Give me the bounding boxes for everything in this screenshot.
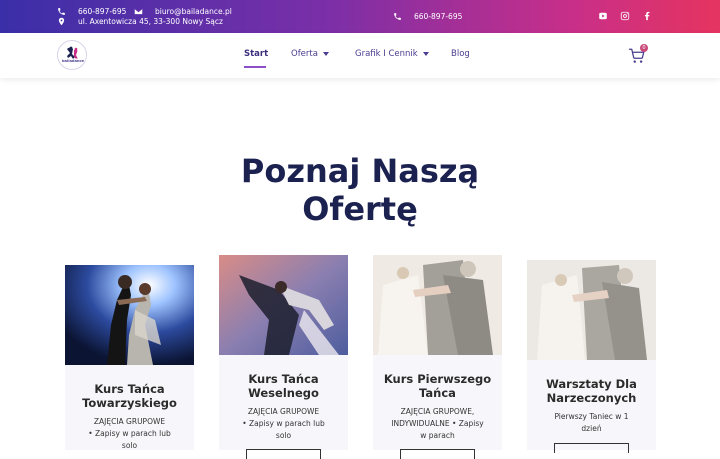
address-contact: ul. Axentowicza 45, 33-300 Nowy Sącz [57,17,223,26]
nav-label: Oferta [291,49,318,59]
card-desc-line: w parach [420,431,455,440]
card-image-ballroom-dancers [65,265,194,365]
youtube-icon[interactable] [598,11,608,21]
card-title-line: Kurs Tańca [94,382,165,396]
card-title-line: Towarzyskiego [82,396,177,410]
offer-card-warsztaty[interactable]: Warsztaty Dla Narzeczonych Pierwszy Tani… [527,260,656,453]
facebook-icon[interactable] [642,11,652,21]
phone-number: 660-897-695 [414,12,463,21]
social-links [598,11,652,21]
nav-label: Start [244,49,269,59]
card-desc-line: ZAJĘCIA GRUPOWE [247,407,320,416]
chevron-down-icon [322,52,329,56]
card-desc-line: INDYWIDUALNE • Zapisy [391,419,484,428]
nav-item-grafik-cennik[interactable]: Grafik I Cennik [355,49,429,59]
card-title-line: Tańca [419,386,456,400]
nav-item-oferta[interactable]: Oferta [291,49,329,59]
card-desc-line: solo [275,431,292,440]
card-title-line: Narzeczonych [546,391,637,405]
card-title-line: Kurs Pierwszego [383,372,492,386]
instagram-icon[interactable] [620,11,630,21]
main-navigation: Start Oferta Grafik I Cennik Blog [0,33,720,78]
card-title: Kurs Tańca Weselnego [219,372,348,400]
site-header: bailadance Start Oferta Grafik I Cennik … [0,33,720,78]
card-desc-line: ZAJĘCIA GRUPOWE [93,417,166,426]
card-description: Pierwszy Taniec w 1 dzień [535,411,648,435]
active-nav-underline [244,66,266,68]
section-heading: Poznaj Naszą Ofertę [0,152,720,228]
phone-number: 660-897-695 [78,7,127,16]
top-contact-bar: 660-897-695 biuro@bailadance.pl ul. Axen… [0,0,720,33]
card-desc-line: • Zapisy w parach lub [242,419,325,428]
chevron-down-icon [422,52,429,56]
card-more-button[interactable] [246,449,321,459]
offer-card-pierwszy-taniec[interactable]: Kurs Pierwszego Tańca ZAJĘCIA GRUPOWE, I… [373,255,502,459]
heading-line-1: Poznaj Naszą [240,152,480,190]
map-pin-icon [58,17,65,26]
email-address: biuro@bailadance.pl [155,7,232,16]
phone-icon [394,13,401,20]
card-description: ZAJĘCIA GRUPOWE • Zapisy w parach lub so… [73,416,186,452]
card-title: Kurs Tańca Towarzyskiego [65,382,194,410]
cart-count-badge: 0 [640,44,648,52]
card-title: Kurs Pierwszego Tańca [373,372,502,400]
card-desc-line: Pierwszy Taniec w 1 [554,412,629,421]
heading-line-2: Ofertę [302,190,418,228]
phone-contact-center[interactable]: 660-897-695 [393,12,462,21]
nav-label: Grafik I Cennik [355,49,418,59]
address-text: ul. Axentowicza 45, 33-300 Nowy Sącz [78,17,223,26]
nav-item-blog[interactable]: Blog [451,49,470,59]
card-image-first-dance [373,255,502,355]
envelope-icon [134,8,143,15]
card-desc-line: ZAJĘCIA GRUPOWE, [400,407,475,416]
nav-label: Blog [451,49,470,59]
card-title-line: Weselnego [248,386,319,400]
phone-icon [58,8,65,15]
phone-contact-left[interactable]: 660-897-695 [57,7,126,16]
card-more-button[interactable] [554,443,629,453]
email-contact[interactable]: biuro@bailadance.pl [134,7,232,16]
card-description: ZAJĘCIA GRUPOWE, INDYWIDUALNE • Zapisy w… [381,406,494,442]
card-title-line: Warsztaty Dla [546,377,637,391]
card-image-wedding-dance [219,255,348,355]
offer-card-weselny[interactable]: Kurs Tańca Weselnego ZAJĘCIA GRUPOWE • Z… [219,255,348,459]
card-description: ZAJĘCIA GRUPOWE • Zapisy w parach lub so… [227,406,340,442]
card-image-engaged-couple [527,260,656,360]
card-title: Warsztaty Dla Narzeczonych [527,377,656,405]
card-title-line: Kurs Tańca [248,372,319,386]
offer-card-towarzyski[interactable]: Kurs Tańca Towarzyskiego ZAJĘCIA GRUPOWE… [65,265,194,450]
card-more-button[interactable] [400,449,475,459]
card-desc-line: • Zapisy w parach lub [88,429,171,438]
card-desc-line: dzień [581,424,602,433]
nav-item-start[interactable]: Start [244,49,268,59]
card-desc-line: solo [121,441,138,450]
